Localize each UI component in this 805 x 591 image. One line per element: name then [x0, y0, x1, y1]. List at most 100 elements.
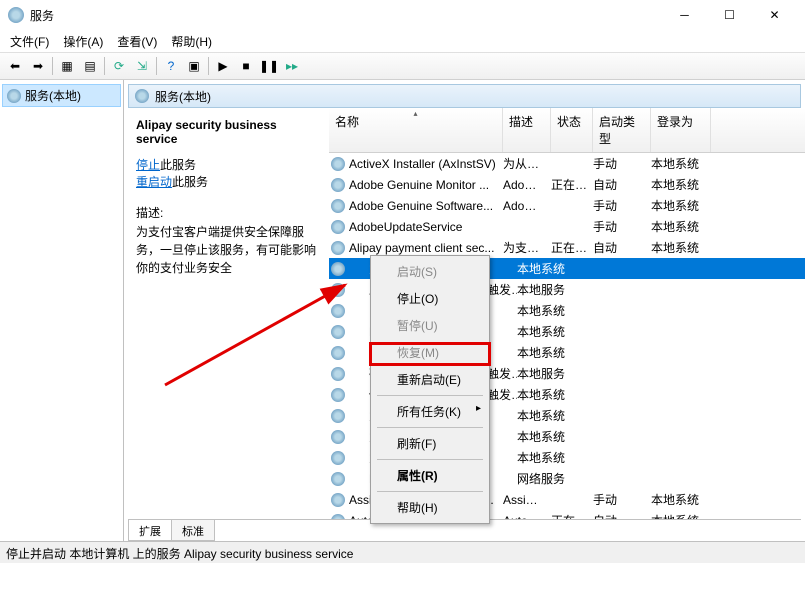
cell-desc: 为支… — [503, 239, 551, 256]
gear-icon — [331, 283, 345, 297]
ctx-resume: 恢复(M) — [373, 339, 487, 366]
export-button[interactable]: ⇲ — [131, 55, 153, 77]
cell-name: Adobe Genuine Software... — [349, 199, 503, 213]
cell-status: 正在… — [551, 176, 593, 193]
cell-desc: Assi… — [503, 493, 551, 507]
cell-name: ActiveX Installer (AxInstSV) — [349, 157, 503, 171]
gear-icon — [331, 220, 345, 234]
cell-logon: 本地系统 — [651, 197, 711, 214]
cell-startup: 自动 — [593, 239, 651, 256]
ctx-properties[interactable]: 属性(R) — [373, 462, 487, 489]
properties-button[interactable]: ▣ — [183, 55, 205, 77]
gear-icon — [331, 346, 345, 360]
stop-service-button[interactable]: ■ — [235, 55, 257, 77]
gear-icon — [135, 89, 149, 103]
cell-desc: Ado… — [503, 199, 551, 213]
col-status[interactable]: 状态 — [551, 108, 593, 152]
ctx-pause: 暂停(U) — [373, 312, 487, 339]
cell-logon: 本地系统 — [651, 491, 711, 508]
description-label: 描述: — [136, 204, 321, 221]
stop-link[interactable]: 停止 — [136, 158, 160, 172]
pause-service-button[interactable]: ❚❚ — [258, 55, 280, 77]
maximize-button[interactable]: ☐ — [707, 0, 752, 30]
cell-logon: 本地系统 — [517, 260, 577, 277]
table-row[interactable]: ActiveX Installer (AxInstSV)为从… 手动本地系统 — [329, 153, 805, 174]
menu-help[interactable]: 帮助(H) — [165, 31, 218, 52]
gear-icon — [331, 367, 345, 381]
cell-logon: 本地系统 — [651, 176, 711, 193]
cell-startup: 手动 — [593, 155, 651, 172]
table-row[interactable]: Adobe Genuine Software...Ado… 手动本地系统 — [329, 195, 805, 216]
ctx-refresh[interactable]: 刷新(F) — [373, 430, 487, 457]
menu-view[interactable]: 查看(V) — [111, 31, 163, 52]
list-button[interactable]: ▤ — [79, 55, 101, 77]
cell-logon: 本地系统 — [517, 407, 577, 424]
start-service-button[interactable]: ▶ — [212, 55, 234, 77]
cell-logon: 本地服务 — [517, 281, 577, 298]
cell-status: 正在… — [551, 239, 593, 256]
gear-icon — [331, 304, 345, 318]
minimize-button[interactable]: ─ — [662, 0, 707, 30]
forward-button[interactable]: ➡ — [27, 55, 49, 77]
restart-service-button[interactable]: ▸▸ — [281, 55, 303, 77]
cell-logon: 本地系统 — [517, 302, 577, 319]
help-button[interactable]: ? — [160, 55, 182, 77]
ctx-restart[interactable]: 重新启动(E) — [373, 366, 487, 393]
gear-icon — [331, 241, 345, 255]
gear-icon — [331, 157, 345, 171]
cell-startup: 手动 — [593, 218, 651, 235]
cell-logon: 本地系统 — [651, 512, 711, 519]
gear-icon — [331, 325, 345, 339]
refresh-button[interactable]: ⟳ — [108, 55, 130, 77]
col-startup[interactable]: 启动类型 — [593, 108, 651, 152]
selected-service-name: Alipay security business service — [136, 118, 321, 146]
ctx-help[interactable]: 帮助(H) — [373, 494, 487, 521]
cell-status: 正在… — [551, 512, 593, 519]
gear-icon — [331, 451, 345, 465]
cell-logon: 本地系统 — [517, 428, 577, 445]
col-desc[interactable]: 描述 — [503, 108, 551, 152]
cell-startup: 手动 — [593, 491, 651, 508]
cell-startup: 自动 — [593, 512, 651, 519]
description-text: 为支付宝客户端提供安全保障服务，一旦停止该服务，有可能影响你的支付业务安全 — [136, 223, 321, 277]
col-name[interactable]: 名称▴ — [329, 108, 503, 152]
cell-desc: Ado… — [503, 178, 551, 192]
cell-logon: 本地系统 — [651, 239, 711, 256]
restart-link[interactable]: 重启动 — [136, 175, 172, 189]
close-button[interactable]: ✕ — [752, 0, 797, 30]
gear-icon — [331, 262, 345, 276]
cell-startup: 手动 — [593, 197, 651, 214]
cell-logon: 本地服务 — [517, 365, 577, 382]
ctx-start: 启动(S) — [373, 258, 487, 285]
gear-icon — [7, 89, 21, 103]
gear-icon — [331, 388, 345, 402]
gear-icon — [331, 472, 345, 486]
col-logon[interactable]: 登录为 — [651, 108, 711, 152]
status-bar: 停止并启动 本地计算机 上的服务 Alipay security busines… — [0, 541, 805, 563]
ctx-alltasks[interactable]: 所有任务(K) — [373, 398, 487, 425]
cell-desc: 为从… — [503, 155, 551, 172]
services-icon — [8, 7, 24, 23]
cell-logon: 本地系统 — [517, 344, 577, 361]
menu-action[interactable]: 操作(A) — [57, 31, 109, 52]
menu-file[interactable]: 文件(F) — [4, 31, 55, 52]
gear-icon — [331, 493, 345, 507]
tree-root[interactable]: 服务(本地) — [2, 84, 121, 107]
window-title: 服务 — [30, 7, 662, 24]
tab-standard[interactable]: 标准 — [171, 520, 215, 541]
cell-startup: 自动 — [593, 176, 651, 193]
tab-extended[interactable]: 扩展 — [128, 520, 172, 541]
cell-logon: 本地系统 — [517, 323, 577, 340]
cell-logon: 本地系统 — [517, 449, 577, 466]
detail-pane: Alipay security business service 停止此服务 重… — [124, 108, 329, 519]
show-hide-button[interactable]: ▦ — [56, 55, 78, 77]
table-row[interactable]: AdobeUpdateService手动本地系统 — [329, 216, 805, 237]
ctx-stop[interactable]: 停止(O) — [373, 285, 487, 312]
tree-pane: 服务(本地) — [0, 80, 124, 541]
gear-icon — [331, 514, 345, 520]
back-button[interactable]: ⬅ — [4, 55, 26, 77]
context-menu: 启动(S) 停止(O) 暂停(U) 恢复(M) 重新启动(E) 所有任务(K) … — [370, 255, 490, 524]
table-row[interactable]: Adobe Genuine Monitor ...Ado…正在…自动本地系统 — [329, 174, 805, 195]
cell-logon: 本地系统 — [651, 155, 711, 172]
cell-logon: 本地系统 — [517, 386, 577, 403]
